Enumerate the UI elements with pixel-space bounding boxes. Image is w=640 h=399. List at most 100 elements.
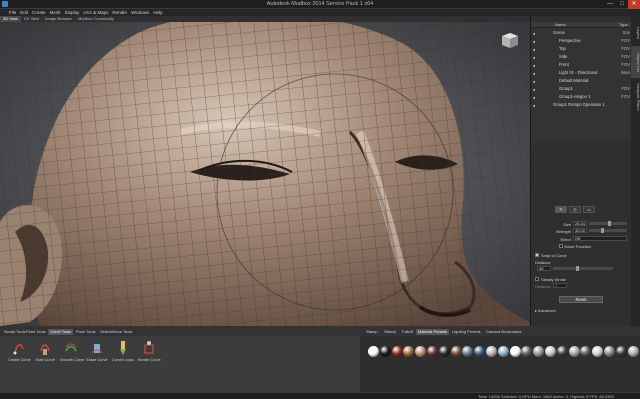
tab-curve-tools[interactable]: Curve Tools (48, 329, 74, 335)
close-button[interactable]: ✕ (628, 0, 640, 9)
object-row[interactable]: ● ▫ Top FOV (531, 45, 631, 52)
lock-icon[interactable]: ▫ (541, 78, 542, 85)
object-row[interactable]: ● ▫ Group1 Retopo Operation 1 (531, 101, 631, 108)
eye-icon[interactable]: ● (533, 46, 535, 53)
object-row[interactable]: ● ▫ Light 01 - Directional Inten (531, 69, 631, 76)
material-preset-ball[interactable] (438, 346, 450, 357)
eye-icon[interactable]: ● (533, 62, 535, 69)
menu-help[interactable]: Help (151, 9, 164, 16)
material-preset-ball[interactable] (615, 346, 627, 357)
material-preset-ball[interactable] (627, 346, 639, 357)
strength-slider-knob[interactable] (601, 228, 605, 233)
lock-icon[interactable]: ▫ (541, 70, 542, 77)
tab-pose-tools[interactable]: Pose Tools (74, 329, 98, 335)
distance-field[interactable]: 40 (537, 266, 551, 271)
lock-icon[interactable]: ▫ (541, 86, 542, 93)
object-row[interactable]: ● ▫ Front FOV (531, 61, 631, 68)
stamp-tab-icon[interactable]: ◎ (569, 206, 581, 213)
distance-slider[interactable] (553, 266, 613, 271)
size-slider[interactable] (589, 221, 627, 226)
eye-icon[interactable]: ● (533, 70, 535, 77)
material-preset-ball[interactable] (462, 346, 474, 357)
eye-icon[interactable]: ● (533, 30, 535, 37)
tab-stamp[interactable]: Stamp (364, 329, 380, 335)
lock-icon[interactable]: ▫ (541, 38, 542, 45)
menu-file[interactable]: File (0, 9, 18, 16)
material-preset-ball[interactable] (474, 346, 486, 357)
menu-render[interactable]: Render (110, 9, 129, 16)
tab-camera-bookmarks[interactable]: Camera Bookmarks (484, 329, 523, 335)
3d-viewport[interactable] (0, 22, 530, 326)
curve-loops-tool[interactable]: Curve Loops (112, 339, 134, 379)
smooth-curve-tool[interactable]: Smooth Curve (60, 339, 84, 379)
object-row[interactable]: ● ▫ Group1-elogoo 1 FOV (531, 93, 631, 100)
eye-icon[interactable]: ● (533, 94, 535, 101)
material-preset-ball[interactable] (486, 346, 497, 357)
menu-create[interactable]: Create (30, 9, 48, 16)
view-cube-icon[interactable] (498, 30, 520, 50)
snap-to-curve-checkbox[interactable] (535, 253, 539, 257)
menu-display[interactable]: Display (63, 9, 82, 16)
create-curve-tool[interactable]: Create Curve (8, 339, 31, 379)
advanced-section[interactable]: ▸ Advanced (535, 308, 556, 313)
tab-paint-tools[interactable]: Paint Tools (24, 329, 48, 335)
size-field[interactable]: 28.34 (573, 221, 587, 226)
material-preset-ball[interactable] (415, 346, 427, 357)
tab-layers[interactable]: Layers (631, 20, 640, 46)
material-preset-ball[interactable] (568, 346, 580, 357)
lock-icon[interactable]: ▫ (541, 30, 542, 37)
properties-tab-icon[interactable]: ✎ (555, 206, 567, 213)
tab-viewport-filters[interactable]: Viewport Filters (631, 78, 640, 116)
tab-object-list[interactable]: Object List (631, 46, 640, 78)
material-preset-ball[interactable] (368, 346, 379, 357)
tab-stencil[interactable]: Stencil (382, 329, 398, 335)
material-preset-ball[interactable] (403, 346, 415, 357)
tab-select-move-tools[interactable]: Select/Move Tools (98, 329, 134, 335)
eye-icon[interactable]: ● (533, 78, 535, 85)
maximize-button[interactable]: □ (616, 0, 628, 9)
material-preset-ball[interactable] (497, 346, 509, 357)
preset-tab-icon[interactable]: ▭ (583, 206, 595, 213)
object-row[interactable]: ● ▫ Perspective FOV (531, 37, 631, 44)
menu-edit[interactable]: Edit (18, 9, 30, 16)
object-row[interactable]: ● ▫ Group1 FOV (531, 85, 631, 92)
material-preset-ball[interactable] (509, 346, 521, 357)
material-preset-ball[interactable] (556, 346, 568, 357)
object-row[interactable]: ● ▫ Default Material (531, 77, 631, 84)
lock-icon[interactable]: ▫ (541, 46, 542, 53)
eye-icon[interactable]: ● (533, 54, 535, 61)
column-name[interactable]: Name (555, 22, 566, 28)
object-row[interactable]: ● ▫ Scene Sce (531, 29, 631, 36)
eye-icon[interactable]: ● (533, 86, 535, 93)
material-preset-ball[interactable] (580, 346, 592, 357)
tab-falloff[interactable]: Falloff (400, 329, 415, 335)
material-preset-ball[interactable] (592, 346, 604, 357)
erase-curve-tool[interactable]: Erase Curve (86, 339, 108, 379)
reset-button[interactable]: Reset (559, 296, 603, 303)
size-slider-knob[interactable] (608, 221, 612, 226)
steady-stroke-checkbox[interactable] (535, 277, 539, 281)
material-preset-ball[interactable] (427, 346, 438, 357)
material-preset-ball[interactable] (533, 346, 545, 357)
distance-slider-knob[interactable] (575, 266, 579, 271)
lock-icon[interactable]: ▫ (541, 94, 542, 101)
material-preset-ball[interactable] (379, 346, 391, 357)
border-curve-tool[interactable]: Border Curve (138, 339, 161, 379)
tab-material-presets[interactable]: Material Presets (416, 329, 449, 335)
mirror-dropdown[interactable]: Off (573, 236, 627, 241)
material-preset-ball[interactable] (604, 346, 615, 357)
smart-function-checkbox[interactable] (559, 244, 563, 248)
minimize-button[interactable]: — (604, 0, 616, 9)
material-preset-ball[interactable] (450, 346, 462, 357)
grab-curve-tool[interactable]: Grab Curve (34, 339, 56, 379)
lock-icon[interactable]: ▫ (541, 54, 542, 61)
lock-icon[interactable]: ▫ (541, 62, 542, 69)
lock-icon[interactable]: ▫ (541, 102, 542, 109)
material-preset-ball[interactable] (391, 346, 403, 357)
menu-uvs-maps[interactable]: UVs & Maps (81, 9, 110, 16)
tab-lighting-presets[interactable]: Lighting Presets (450, 329, 483, 335)
strength-field[interactable]: 35.00 (573, 228, 587, 233)
eye-icon[interactable]: ● (533, 38, 535, 45)
column-type[interactable]: Type (619, 22, 628, 28)
material-preset-ball[interactable] (521, 346, 533, 357)
